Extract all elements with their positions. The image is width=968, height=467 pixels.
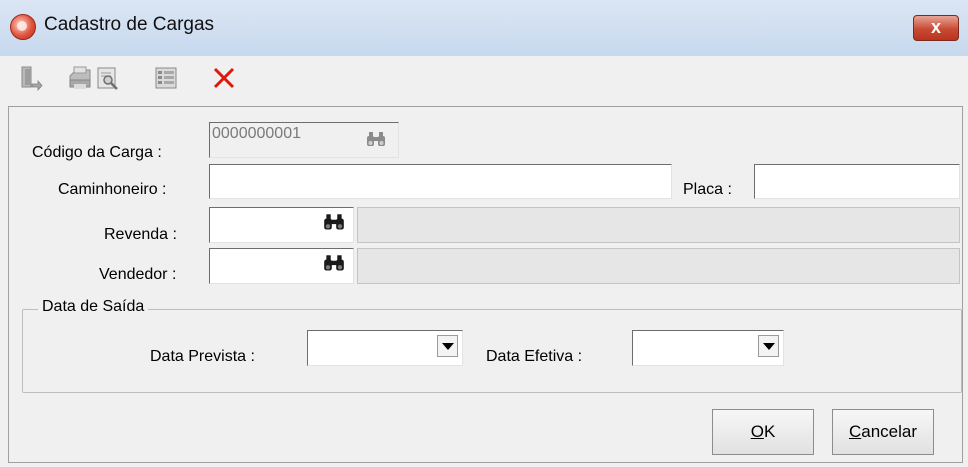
toolbar — [0, 56, 968, 104]
codigo-label: Código da Carga : — [32, 144, 162, 161]
data-prevista-label: Data Prevista : — [150, 348, 255, 365]
placa-input[interactable] — [754, 164, 960, 199]
cancelar-button[interactable]: Cancelar — [832, 409, 934, 455]
title-bar: Cadastro de Cargas x — [0, 0, 968, 56]
placa-label: Placa : — [683, 181, 732, 198]
close-button[interactable]: x — [913, 15, 959, 41]
vendedor-search-button[interactable] — [320, 250, 348, 278]
revenda-search-button[interactable] — [320, 209, 348, 237]
caminhoneiro-label: Caminhoneiro : — [58, 181, 167, 198]
print-icon[interactable] — [66, 64, 94, 92]
vendedor-description-field — [357, 248, 960, 284]
cancelar-label-rest: ancelar — [861, 422, 918, 441]
data-prevista-dropdown-icon[interactable] — [437, 335, 458, 357]
revenda-label: Revenda : — [104, 226, 177, 243]
vendedor-code-input[interactable] — [209, 248, 354, 284]
delete-icon[interactable] — [210, 64, 238, 92]
binoculars-icon — [367, 132, 385, 146]
binoculars-icon — [324, 214, 344, 230]
ok-button[interactable]: OK — [712, 409, 814, 455]
codigo-search-button[interactable] — [362, 126, 390, 154]
ok-label-rest: K — [763, 422, 776, 441]
app-icon — [10, 14, 36, 40]
report-icon[interactable] — [152, 64, 180, 92]
revenda-description-field — [357, 207, 960, 243]
vendedor-label: Vendedor : — [99, 266, 177, 283]
data-prevista-combo[interactable] — [307, 330, 463, 366]
exit-icon[interactable] — [16, 64, 44, 92]
data-efetiva-label: Data Efetiva : — [486, 348, 583, 365]
preview-icon[interactable] — [94, 64, 122, 92]
cancelar-mnemonic: C — [848, 422, 862, 441]
caminhoneiro-input[interactable] — [209, 164, 672, 199]
data-saida-legend: Data de Saída — [38, 298, 149, 316]
ok-mnemonic: O — [750, 422, 764, 441]
revenda-code-input[interactable] — [209, 207, 354, 243]
data-efetiva-dropdown-icon[interactable] — [758, 335, 779, 357]
codigo-carga-input[interactable]: 0000000001 — [209, 122, 399, 158]
codigo-carga-value: 0000000001 — [212, 125, 301, 142]
data-efetiva-combo[interactable] — [632, 330, 784, 366]
binoculars-icon — [324, 255, 344, 271]
window-title: Cadastro de Cargas — [44, 14, 215, 35]
